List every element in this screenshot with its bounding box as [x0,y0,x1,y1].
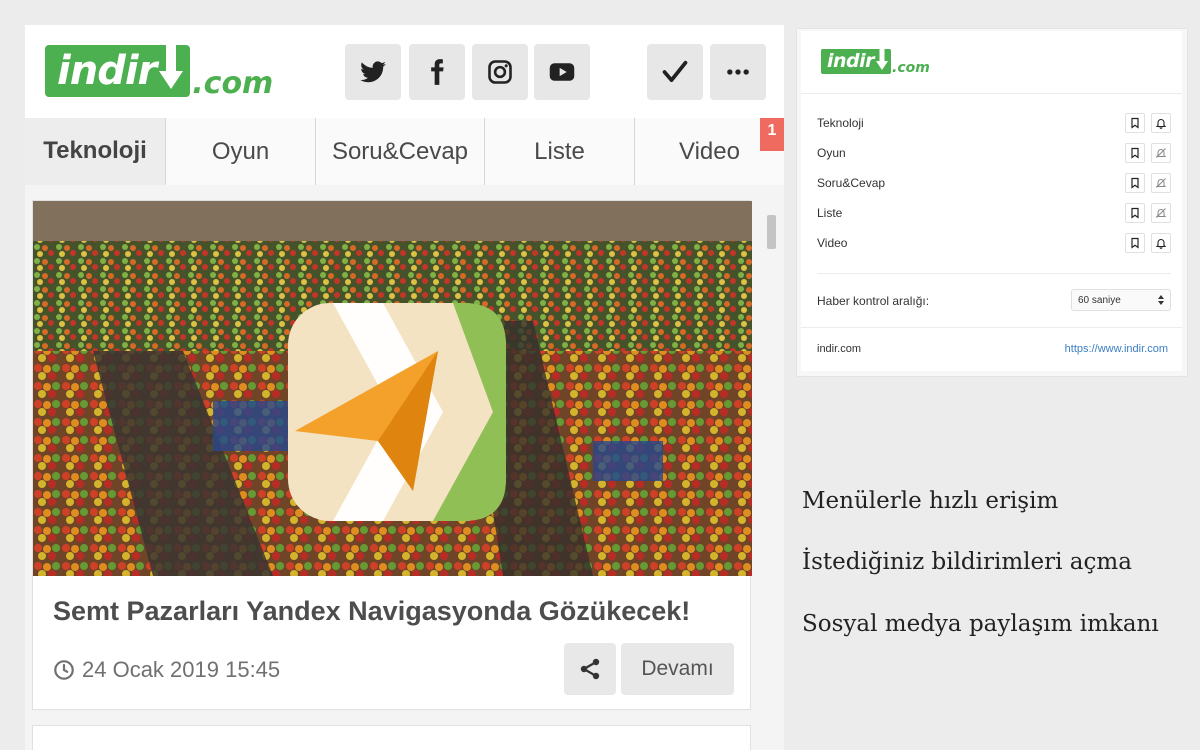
feature-quick-access: Menülerle hızlı erişim [802,488,1059,514]
bookmark-button[interactable] [1125,173,1145,193]
bookmark-button[interactable] [1125,203,1145,223]
interval-label: Haber kontrol aralığı: [817,294,930,308]
article-date-text: 24 Ocak 2019 15:45 [82,657,281,682]
news-app-window: indir .com Teknoloji Oyun Soru&Cevap Lis… [25,25,784,750]
bookmark-button[interactable] [1125,113,1145,133]
feature-notifications: İstediğiniz bildirimleri açma [802,549,1132,575]
footer-site-link[interactable]: https://www.indir.com [1065,343,1168,355]
tab-teknoloji[interactable]: Teknoloji [25,118,166,185]
category-label: Liste [817,206,843,220]
instagram-button[interactable] [472,44,528,100]
twitter-icon [360,61,386,83]
popup-header: indir .com [801,31,1182,94]
share-button[interactable] [564,643,616,695]
facebook-icon [431,59,444,85]
category-label: Teknoloji [817,116,864,130]
popup-indir-logo[interactable]: indir .com [821,49,930,76]
notification-toggle[interactable] [1151,173,1171,193]
bookmark-icon [1131,117,1139,129]
bookmark-button[interactable] [1125,233,1145,253]
feature-social-sharing: Sosyal medya paylaşım imkanı [802,611,1159,637]
article-image[interactable] [33,201,752,576]
tab-liste[interactable]: Liste [485,118,635,185]
bookmark-icon [1131,177,1139,189]
clock-icon [54,660,74,680]
category-label: Oyun [817,146,846,160]
category-row-teknoloji: Teknoloji [817,111,1171,135]
bell-icon [1155,239,1167,249]
bookmark-icon [1131,207,1139,219]
category-label: Video [817,236,848,250]
article-card[interactable]: Semt Pazarları Yandex Navigasyonda Gözük… [32,200,752,710]
facebook-button[interactable] [409,44,465,100]
category-row-soru-cevap: Soru&Cevap [817,171,1171,195]
category-row-liste: Liste [817,201,1171,225]
read-more-button[interactable]: Devamı [621,643,734,695]
bookmark-button[interactable] [1125,143,1145,163]
category-tabs: Teknoloji Oyun Soru&Cevap Liste Video [25,118,784,185]
divider [801,327,1182,328]
logo-text: indir [57,48,157,94]
check-icon [662,60,688,83]
bell-off-icon [1155,178,1167,188]
twitter-button[interactable] [345,44,401,100]
tab-soru-cevap[interactable]: Soru&Cevap [316,118,485,185]
bell-icon [1155,119,1167,129]
bookmark-icon [1131,237,1139,249]
notification-badge: 1 [760,118,784,151]
yandex-navigator-app-icon [288,303,506,521]
footer-site-name: indir.com [817,343,862,355]
bookmark-icon [1131,147,1139,159]
more-button[interactable] [710,44,766,100]
indir-logo[interactable]: indir .com [45,45,273,101]
popup-logo-suffix: .com [892,60,930,76]
category-row-oyun: Oyun [817,141,1171,165]
bell-off-icon [1155,208,1167,218]
article-date: 24 Ocak 2019 15:45 [53,657,280,683]
interval-select[interactable]: 60 saniye [1071,289,1171,311]
share-icon [580,658,600,680]
notification-toggle[interactable] [1151,203,1171,223]
market-photo [33,201,752,576]
popup-logo-text: indir [827,50,875,72]
select-arrows-icon [1158,295,1164,305]
interval-value: 60 saniye [1078,294,1121,306]
more-dots-icon [727,69,749,75]
scrollbar-thumb[interactable] [767,215,776,249]
bell-off-icon [1155,148,1167,158]
youtube-button[interactable] [534,44,590,100]
check-button[interactable] [647,44,703,100]
notification-toggle[interactable] [1151,233,1171,253]
settings-popup: indir .com Teknoloji Oyun Soru&Cevap Lis… [796,28,1188,377]
category-row-video: Video [817,231,1171,255]
app-header: indir .com [25,25,784,118]
instagram-icon [488,60,512,84]
youtube-icon [549,63,575,81]
next-article-card[interactable] [32,725,751,750]
tab-oyun[interactable]: Oyun [166,118,316,185]
divider [817,273,1171,274]
download-arrow-icon [159,45,184,89]
download-arrow-icon [876,49,889,70]
notification-toggle[interactable] [1151,143,1171,163]
notification-toggle[interactable] [1151,113,1171,133]
category-label: Soru&Cevap [817,176,886,190]
logo-suffix: .com [192,66,274,101]
article-title[interactable]: Semt Pazarları Yandex Navigasyonda Gözük… [53,596,690,627]
